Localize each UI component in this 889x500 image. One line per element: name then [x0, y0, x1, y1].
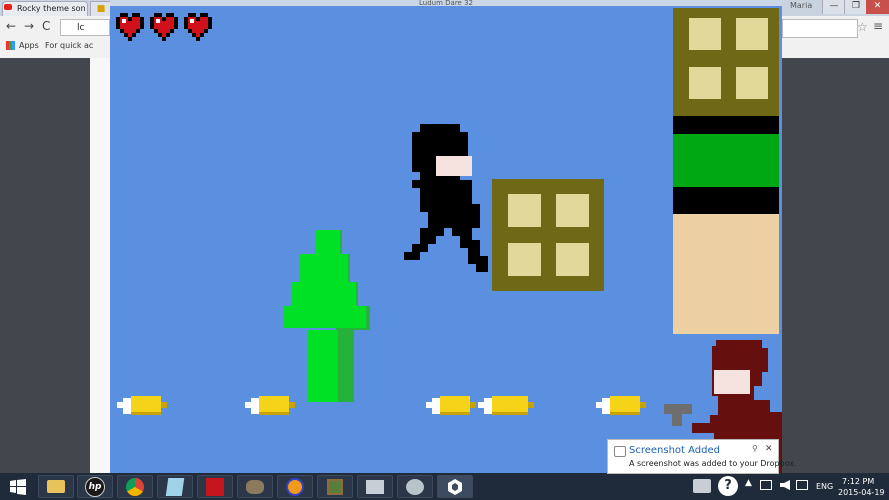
battery-icon[interactable] — [796, 480, 808, 490]
minecraft-icon[interactable] — [317, 475, 353, 498]
apps-grid-icon[interactable] — [6, 41, 15, 50]
banana-projectile — [245, 396, 295, 415]
profile-name[interactable]: Maria — [790, 1, 812, 10]
bookmarks-hint: For quick ac — [45, 41, 94, 50]
notepad-icon[interactable] — [157, 475, 193, 498]
tray-arrow-icon[interactable]: ▲ — [745, 478, 755, 492]
browser-tab-folder-icon[interactable]: ■ — [90, 1, 112, 17]
scanner-icon[interactable] — [357, 475, 393, 498]
game-canvas[interactable] — [110, 6, 782, 473]
start-icon[interactable] — [2, 475, 34, 498]
keyboard-icon[interactable] — [693, 479, 711, 493]
building-window — [736, 67, 768, 99]
building-wall — [673, 214, 779, 334]
address-bar-right[interactable] — [782, 19, 858, 38]
notification-body: A screenshot was added to your Dropbox. — [629, 459, 797, 468]
notification-close-button[interactable]: ✕ — [765, 444, 773, 454]
dropbox-icon — [614, 446, 626, 457]
reload-button[interactable]: C — [42, 19, 50, 33]
bookmark-star-icon[interactable]: ☆ — [857, 20, 868, 34]
building-window — [736, 18, 768, 50]
building-window — [689, 67, 721, 99]
gimp-icon[interactable] — [237, 475, 273, 498]
banana-projectile — [478, 396, 534, 415]
help-icon[interactable]: ? — [718, 476, 738, 496]
photo-icon[interactable] — [397, 475, 433, 498]
pin-icon[interactable]: ⚲ — [752, 444, 758, 453]
crate-window — [508, 243, 541, 276]
file-explorer-icon[interactable] — [38, 475, 74, 498]
address-bar[interactable]: lc — [60, 19, 110, 36]
close-button[interactable]: ✕ — [866, 0, 889, 14]
building-window — [689, 18, 721, 50]
notification-title: Screenshot Added — [629, 445, 721, 456]
desktop-background — [0, 58, 90, 473]
network-icon[interactable] — [760, 480, 772, 490]
clock-time[interactable]: 7:12 PM — [842, 477, 874, 486]
browser-tab[interactable]: Rocky theme son — [2, 1, 88, 16]
desktop-background — [782, 58, 889, 473]
building-green-band — [673, 134, 779, 187]
crate-window — [556, 243, 589, 276]
banana-projectile — [117, 396, 167, 415]
banana-projectile — [426, 396, 476, 415]
tree — [284, 230, 370, 402]
apps-bookmark[interactable]: Apps — [19, 38, 39, 54]
minimize-button[interactable]: — — [822, 0, 845, 14]
hp-icon[interactable]: hp — [77, 475, 113, 498]
building-stripe — [673, 116, 779, 134]
browser-page-edge — [90, 58, 111, 473]
back-button[interactable]: ← — [6, 19, 16, 33]
heart-icon — [116, 13, 144, 41]
maximize-button[interactable]: ❐ — [844, 0, 867, 14]
youtube-icon — [4, 4, 12, 10]
building-stripe — [673, 187, 779, 214]
menu-icon[interactable]: ≡ — [873, 19, 883, 33]
crate-window — [556, 194, 589, 227]
heart-icon — [150, 13, 178, 41]
language-indicator[interactable]: ENG — [816, 482, 833, 491]
clock-date[interactable]: 2015-04-19 — [838, 488, 885, 497]
crate-window — [508, 194, 541, 227]
forward-button[interactable]: → — [24, 19, 34, 33]
adobe-icon[interactable] — [197, 475, 233, 498]
ninja-player — [404, 124, 488, 272]
banana-projectile — [596, 396, 646, 415]
lives-hearts — [116, 13, 212, 41]
heart-icon — [184, 13, 212, 41]
unity-icon[interactable] — [437, 475, 473, 498]
chrome-icon[interactable] — [117, 475, 153, 498]
audacity-icon[interactable] — [277, 475, 313, 498]
